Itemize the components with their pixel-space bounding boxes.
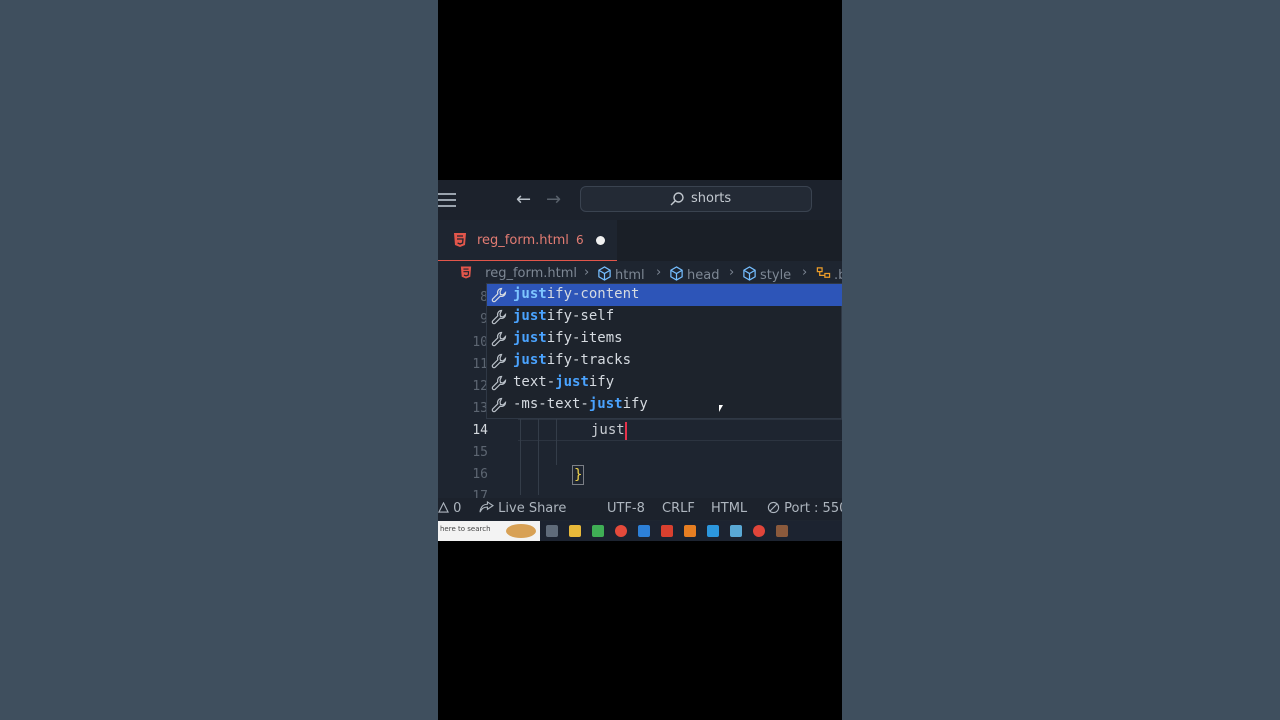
chevron-right-icon: ›: [656, 265, 662, 280]
current-line-highlight: [518, 419, 842, 441]
suggestion-label: justify-self: [513, 308, 615, 324]
cube-icon: [598, 266, 611, 281]
line-number: 13: [472, 401, 488, 416]
app-icon[interactable]: [776, 525, 788, 537]
wrench-icon: [491, 287, 507, 303]
autocomplete-suggestions: justify-content justify-self justify-ite…: [486, 283, 842, 419]
suggestion-item[interactable]: justify-self: [487, 306, 842, 328]
breadcrumb: reg_form.html › html › head › style › .b: [438, 263, 842, 285]
problems-indicator[interactable]: 0: [438, 501, 461, 516]
html5-file-icon: [460, 266, 472, 279]
html5-file-icon: [454, 233, 466, 247]
breadcrumb-item-head[interactable]: head: [669, 266, 719, 283]
mouse-pointer-icon: [719, 405, 723, 412]
language-mode[interactable]: HTML: [711, 501, 747, 516]
chevron-right-icon: ›: [729, 265, 735, 280]
breadcrumb-label: style: [760, 268, 792, 283]
suggestion-label: justify-items: [513, 330, 623, 346]
tab-label: reg_form.html: [477, 233, 569, 248]
breadcrumb-label: html: [615, 268, 645, 283]
forward-arrow-icon[interactable]: →: [546, 189, 561, 210]
breadcrumb-item-html[interactable]: html: [597, 266, 645, 283]
command-center-search[interactable]: shorts: [580, 186, 812, 212]
line-number: 12: [472, 379, 488, 394]
suggestion-item[interactable]: text-justify: [487, 372, 842, 394]
code-editor-window: ← → shorts reg_form.html 6 reg_form.html…: [438, 180, 842, 541]
chevron-right-icon: ›: [584, 265, 590, 280]
chrome-icon[interactable]: [753, 525, 765, 537]
taskbar-search-placeholder: here to search: [440, 525, 491, 533]
port-label: Port : 550: [784, 501, 842, 516]
app-icon[interactable]: [684, 525, 696, 537]
vscode-icon[interactable]: [638, 525, 650, 537]
breadcrumb-item-style[interactable]: style: [742, 266, 791, 283]
breadcrumb-file[interactable]: reg_form.html: [460, 266, 577, 281]
wrench-icon: [491, 331, 507, 347]
task-view-icon[interactable]: [546, 525, 558, 537]
line-number: 8: [480, 290, 488, 305]
problems-count: 0: [453, 501, 462, 516]
suggestion-item[interactable]: -ms-text-justify: [487, 394, 842, 416]
chevron-right-icon: ›: [802, 265, 808, 280]
search-text: shorts: [691, 191, 732, 206]
line-number: 10: [472, 335, 488, 350]
suggestion-item[interactable]: justify-items: [487, 328, 842, 350]
line-number-active: 14: [472, 423, 488, 438]
editor-tabs: reg_form.html 6: [438, 220, 842, 261]
symbol-class-icon: [816, 267, 831, 278]
video-frame: ← → shorts reg_form.html 6 reg_form.html…: [438, 0, 842, 720]
taskbar-search-box[interactable]: here to search: [438, 521, 540, 541]
no-entry-icon: [767, 501, 780, 514]
wrench-icon: [491, 397, 507, 413]
breadcrumb-file-label: reg_form.html: [485, 266, 578, 281]
back-arrow-icon[interactable]: ←: [516, 189, 531, 210]
suggestion-item[interactable]: justify-tracks: [487, 350, 842, 372]
breadcrumb-label: .b: [834, 268, 842, 283]
text-cursor: [625, 422, 627, 440]
warning-icon: [438, 501, 449, 513]
wrench-icon: [491, 309, 507, 325]
file-explorer-icon[interactable]: [569, 525, 581, 537]
powerpoint-icon[interactable]: [661, 525, 673, 537]
eol-indicator[interactable]: CRLF: [662, 501, 695, 516]
search-icon: [670, 192, 684, 206]
suggestion-label: text-justify: [513, 374, 615, 390]
live-share-icon: [479, 500, 495, 513]
windows-taskbar: here to search: [438, 521, 842, 541]
title-bar: ← → shorts: [438, 180, 842, 220]
right-background: [842, 0, 1280, 720]
live-server-port[interactable]: Port : 550: [767, 501, 842, 516]
line-number: 15: [472, 445, 488, 460]
suggestion-label: justify-tracks: [513, 352, 632, 368]
search-highlight-image-icon: [506, 524, 536, 538]
suggestion-label: justify-content: [513, 286, 640, 302]
live-share-label: Live Share: [498, 501, 567, 516]
wrench-icon: [491, 375, 507, 391]
tab-reg-form-html[interactable]: reg_form.html 6: [438, 220, 617, 261]
line-number: 9: [480, 312, 488, 327]
line-number: 11: [472, 357, 488, 372]
suggestion-label: -ms-text-justify: [513, 396, 648, 412]
line-number: 16: [472, 467, 488, 482]
hamburger-menu-icon[interactable]: [438, 193, 456, 207]
unsaved-dot-icon[interactable]: [596, 236, 605, 245]
status-bar: 0 Live Share UTF-8 CRLF HTML Port : 550: [438, 498, 842, 520]
left-background: [0, 0, 438, 720]
live-share-button[interactable]: Live Share: [479, 500, 567, 516]
chrome-icon[interactable]: [615, 525, 627, 537]
suggestion-item[interactable]: justify-content: [487, 284, 842, 306]
breadcrumb-item-selector[interactable]: .b: [815, 266, 842, 283]
app-icon[interactable]: [730, 525, 742, 537]
tab-problem-count: 6: [576, 233, 584, 247]
encoding-indicator[interactable]: UTF-8: [607, 501, 645, 516]
cube-icon: [743, 266, 756, 281]
cube-icon: [670, 266, 683, 281]
store-icon[interactable]: [592, 525, 604, 537]
matching-brace: }: [572, 465, 585, 485]
wrench-icon: [491, 353, 507, 369]
mail-icon[interactable]: [707, 525, 719, 537]
breadcrumb-label: head: [687, 268, 720, 283]
current-line-text: just: [591, 422, 625, 438]
